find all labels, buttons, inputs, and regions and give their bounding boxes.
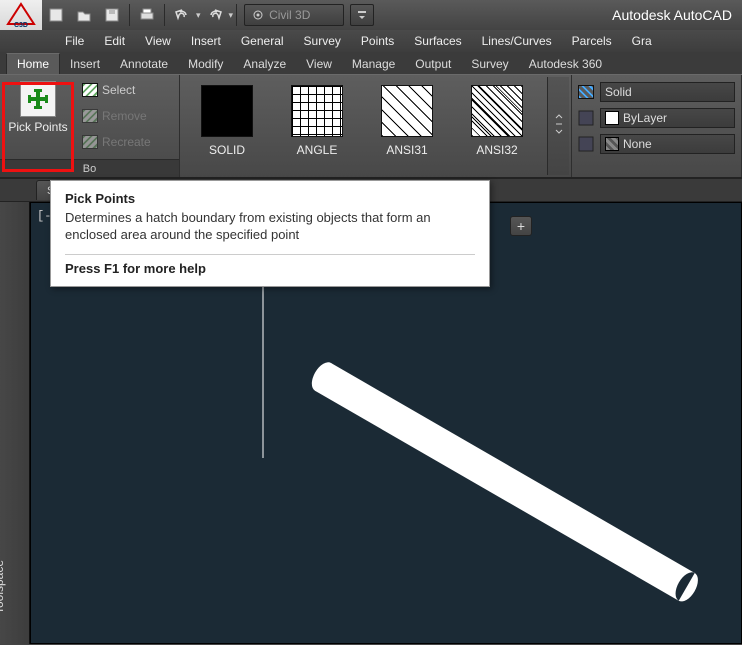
plus-icon: +: [517, 218, 525, 234]
highlight-box: [2, 82, 74, 172]
print-icon[interactable]: [135, 3, 159, 27]
drawing-cylinder: [307, 359, 702, 606]
recreate-icon: [82, 135, 98, 149]
tab-autodesk360[interactable]: Autodesk 360: [519, 54, 612, 74]
quick-access-toolbar: C3D ▾ ▾ Civil 3D Autodesk AutoCAD: [0, 0, 742, 30]
hatch-bg-icon: [576, 134, 596, 154]
undo-icon[interactable]: [170, 3, 194, 27]
panel-properties: Solid ByLayer None: [572, 75, 742, 177]
app-label: C3D: [14, 22, 28, 28]
tooltip-title: Pick Points: [65, 191, 475, 206]
pattern-angle[interactable]: ANGLE: [272, 77, 362, 175]
tooltip-body: Determines a hatch boundary from existin…: [65, 210, 475, 244]
pattern-solid[interactable]: SOLID: [182, 77, 272, 175]
app-title: Autodesk AutoCAD: [376, 7, 742, 23]
tooltip: Pick Points Determines a hatch boundary …: [50, 180, 490, 287]
menu-edit[interactable]: Edit: [94, 30, 135, 52]
hatch-type-icon: [576, 82, 596, 102]
ribbon-tabs: Home Insert Annotate Modify Analyze View…: [0, 52, 742, 74]
hatch-bg-value: None: [623, 137, 652, 151]
remove-button: Remove: [78, 105, 155, 127]
menu-insert[interactable]: Insert: [181, 30, 231, 52]
hatch-type-field[interactable]: Solid: [600, 82, 735, 102]
qat-overflow-button[interactable]: [350, 4, 374, 26]
menu-file[interactable]: File: [55, 30, 94, 52]
pattern-ansi32-swatch: [471, 85, 523, 137]
recreate-label: Recreate: [102, 135, 151, 149]
tab-analyze[interactable]: Analyze: [233, 54, 296, 74]
pattern-angle-swatch: [291, 85, 343, 137]
tooltip-help: Press F1 for more help: [65, 261, 475, 276]
workspace-label: Civil 3D: [269, 8, 310, 22]
toolspace-panel[interactable]: Toolspace: [0, 202, 30, 644]
tab-modify[interactable]: Modify: [178, 54, 233, 74]
hatch-color-value: ByLayer: [623, 111, 667, 125]
select-label: Select: [102, 83, 135, 97]
menu-surfaces[interactable]: Surfaces: [404, 30, 471, 52]
select-icon: [82, 83, 98, 97]
none-swatch: [605, 137, 619, 151]
tab-manage[interactable]: Manage: [342, 54, 405, 74]
pattern-solid-swatch: [201, 85, 253, 137]
menu-trunc[interactable]: Gra: [622, 30, 662, 52]
hatch-bg-field[interactable]: None: [600, 134, 735, 154]
open-icon[interactable]: [72, 3, 96, 27]
redo-dropdown-icon[interactable]: ▾: [229, 10, 234, 21]
tab-view[interactable]: View: [296, 54, 342, 74]
add-document-tab[interactable]: +: [510, 216, 532, 236]
remove-label: Remove: [102, 109, 147, 123]
menu-bar: File Edit View Insert General Survey Poi…: [0, 30, 742, 52]
tab-survey[interactable]: Survey: [461, 54, 518, 74]
expand-icon: [554, 114, 564, 138]
hatch-type-value: Solid: [605, 85, 632, 99]
pattern-ansi32[interactable]: ANSI32: [452, 77, 542, 175]
workspace-switcher[interactable]: Civil 3D: [244, 4, 344, 26]
pattern-ansi31-label: ANSI31: [386, 143, 427, 157]
panel-pattern: SOLID ANGLE ANSI31 ANSI32: [180, 75, 572, 177]
pattern-gallery-expand[interactable]: [547, 77, 569, 175]
pattern-angle-label: ANGLE: [297, 143, 338, 157]
redo-icon[interactable]: [203, 3, 227, 27]
menu-parcels[interactable]: Parcels: [562, 30, 622, 52]
pattern-ansi32-label: ANSI32: [476, 143, 517, 157]
select-button[interactable]: Select: [78, 79, 155, 101]
remove-icon: [82, 109, 98, 123]
app-menu-button[interactable]: C3D: [0, 0, 42, 30]
menu-general[interactable]: General: [231, 30, 294, 52]
pattern-solid-label: SOLID: [209, 143, 245, 157]
gear-icon: [251, 8, 265, 22]
undo-dropdown-icon[interactable]: ▾: [196, 10, 201, 21]
toolspace-label: Toolspace: [0, 560, 6, 614]
hatch-color-field[interactable]: ByLayer: [600, 108, 735, 128]
menu-lines[interactable]: Lines/Curves: [472, 30, 562, 52]
tab-insert[interactable]: Insert: [60, 54, 110, 74]
tab-home[interactable]: Home: [6, 53, 60, 74]
new-icon[interactable]: [44, 3, 68, 27]
ribbon: Pick Points Select Remove Recreate Bo: [0, 74, 742, 178]
tab-output[interactable]: Output: [405, 54, 461, 74]
pattern-ansi31[interactable]: ANSI31: [362, 77, 452, 175]
tab-annotate[interactable]: Annotate: [110, 54, 178, 74]
hatch-color-icon: [576, 108, 596, 128]
menu-view[interactable]: View: [135, 30, 181, 52]
recreate-button: Recreate: [78, 131, 155, 153]
color-swatch: [605, 111, 619, 125]
menu-survey[interactable]: Survey: [294, 30, 351, 52]
save-icon[interactable]: [100, 3, 124, 27]
pattern-ansi31-swatch: [381, 85, 433, 137]
menu-points[interactable]: Points: [351, 30, 404, 52]
